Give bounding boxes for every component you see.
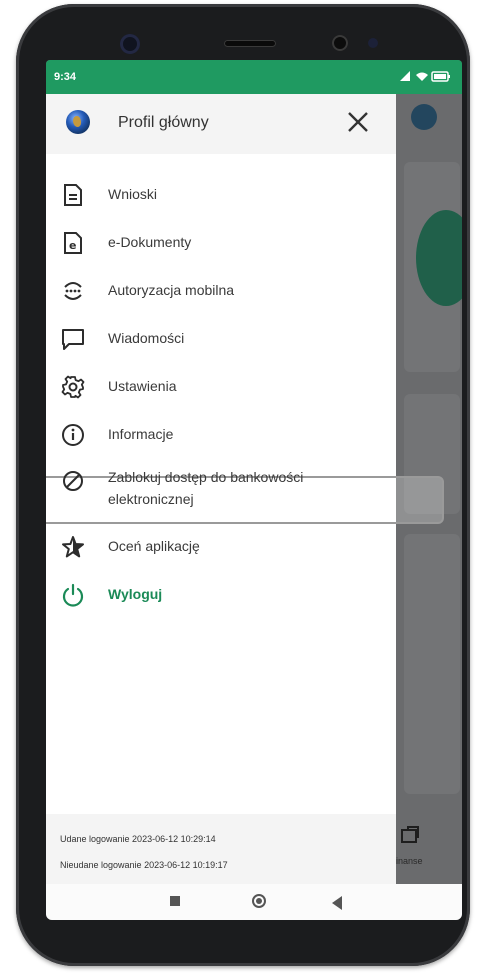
front-camera	[120, 34, 140, 54]
power-icon	[62, 583, 84, 607]
background-card	[404, 394, 460, 514]
block-icon	[63, 471, 83, 491]
menu-item-label: Zablokuj dostęp do bankowości elektronic…	[108, 469, 304, 507]
login-info-footer: Udane logowanie 2023-06-12 10:29:14 Nieu…	[46, 814, 396, 884]
recents-button[interactable]	[170, 896, 180, 906]
background-card	[404, 534, 460, 794]
mobile-authorization-icon	[64, 282, 82, 300]
profile-avatar[interactable]	[66, 110, 90, 134]
profile-name: Profil główny	[118, 114, 209, 131]
signal-wifi-battery-icon	[400, 71, 450, 82]
last-successful-login: Udane logowanie 2023-06-12 10:29:14	[60, 834, 216, 844]
gear-icon	[61, 375, 85, 399]
menu-item-wyloguj[interactable]: Wyloguj	[46, 582, 396, 612]
close-icon	[348, 112, 368, 132]
menu-item-label: e-Dokumenty	[108, 234, 192, 250]
earpiece-speaker	[224, 40, 276, 47]
background-tab-icon	[400, 825, 420, 850]
menu-item-label: Wiadomości	[108, 330, 185, 346]
menu-item-ustawienia[interactable]: Ustawienia	[46, 374, 396, 404]
e-document-icon: e	[64, 232, 82, 254]
menu-item-ocen-aplikacje[interactable]: Oceń aplikację	[46, 534, 396, 564]
menu-item-label: Wyloguj	[108, 586, 163, 602]
menu-item-label: Wnioski	[108, 186, 158, 202]
back-button[interactable]	[332, 896, 342, 910]
menu-item-wnioski[interactable]: Wnioski	[46, 182, 396, 212]
message-icon	[62, 329, 84, 350]
svg-text:e: e	[69, 239, 76, 252]
proximity-sensor	[332, 35, 348, 51]
home-button[interactable]	[252, 894, 266, 908]
navigation-drawer: Profil główny Wnioski e e-Dokumenty Auto…	[46, 94, 444, 884]
menu-item-label: Oceń aplikację	[108, 538, 200, 554]
phone-screen: 9:34 inanse Profil główny Wnioski e e-Do…	[46, 60, 462, 920]
menu-item-label: Informacje	[108, 426, 174, 442]
star-icon	[62, 536, 84, 558]
background-tab-label: inanse	[396, 856, 423, 866]
drawer-header: Profil główny	[46, 94, 396, 154]
info-icon	[62, 424, 84, 446]
menu-item-label: Ustawienia	[108, 378, 177, 394]
menu-item-label: Autoryzacja mobilna	[108, 282, 235, 298]
status-bar: 9:34	[46, 60, 462, 94]
status-icons	[400, 69, 452, 86]
menu-item-autoryzacja-mobilna[interactable]: Autoryzacja mobilna	[46, 278, 396, 308]
document-icon	[64, 184, 82, 206]
background-avatar	[411, 104, 437, 130]
menu-item-zablokuj-dostep[interactable]: Zablokuj dostęp do bankowości elektronic…	[46, 466, 396, 516]
menu-item-e-dokumenty[interactable]: e e-Dokumenty	[46, 230, 396, 260]
status-time: 9:34	[54, 71, 77, 83]
menu-item-informacje[interactable]: Informacje	[46, 422, 396, 452]
light-sensor	[368, 38, 378, 48]
close-button[interactable]	[340, 104, 376, 140]
system-navigation-bar	[46, 884, 462, 920]
menu-item-wiadomosci[interactable]: Wiadomości	[46, 326, 396, 356]
last-failed-login: Nieudane logowanie 2023-06-12 10:19:17	[60, 860, 228, 870]
phone-top-bezel	[16, 4, 470, 64]
